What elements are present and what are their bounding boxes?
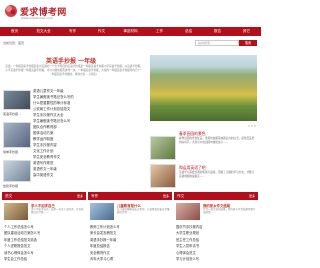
panel-thumbnail[interactable] xyxy=(4,203,28,220)
article-list: 英语儿童作文一年级 学生暑假读书笔记怎么写的 什么是重要性的审计标准 公安局工作… xyxy=(33,88,74,178)
nav-item-writing[interactable]: 写作 xyxy=(58,27,87,36)
panel-essay: 作文 更多 我的家乡作文结尾 作为一篇文章的结尾，我的家乡作文结尾需要写出感情…… xyxy=(174,192,258,268)
panel-thumbnail[interactable] xyxy=(176,203,200,220)
panel-title[interactable]: 写作 xyxy=(91,192,98,200)
list-item[interactable]: 学习计划怎么写 xyxy=(176,256,202,262)
hero-image[interactable] xyxy=(150,55,257,121)
nav-item-work[interactable]: 工作 xyxy=(145,27,174,36)
panel-lead-desc: 在儿童的健康成长过程中，儿童教育起着非常重要的作用…… xyxy=(117,208,170,215)
nav-item-samples[interactable]: 范文大全 xyxy=(29,27,58,36)
breadcrumb: 当前位置：首页 xyxy=(3,41,25,45)
nav-item-other[interactable]: 其它 xyxy=(232,27,261,36)
panel-list: 个人工作总结怎么写 团队建设活动方案怎么写 年度工作总结范文精选 个人述职报告范… xyxy=(4,224,40,262)
list-item[interactable]: 学生入党申请书 xyxy=(176,243,202,249)
panel-header: 范文 更多 xyxy=(2,192,86,200)
nav-item-home[interactable]: 首页 xyxy=(0,27,29,36)
panel-lead-desc: 作为一篇文章的结尾，我的家乡作文结尾需要写出感情…… xyxy=(203,208,256,215)
panel-thumbnail[interactable] xyxy=(90,203,114,220)
right-card: 春季田园的景色 春季田园的景色优美，金黄的油菜花映着远方的山峦，是欣赏美景的好时… xyxy=(150,128,257,193)
nav-item-summary[interactable]: 总结 xyxy=(174,27,203,36)
thumbnail-caption[interactable]: 英语手抄报… xyxy=(3,112,21,116)
list-item[interactable]: 青年大学习心得 xyxy=(90,256,120,262)
search-input[interactable]: 站内搜索... xyxy=(195,40,239,46)
list-item[interactable]: 大学生职业规划 xyxy=(176,230,202,236)
article-thumbnail[interactable] xyxy=(3,160,31,182)
thumbnail-caption[interactable]: 简单手抄报 xyxy=(3,150,18,154)
panel-writing: 写作 更多 儿童教育是什么 在儿童的健康成长过程中，儿童教育起着非常重要的作用…… xyxy=(88,192,172,268)
panel-header: 写作 更多 xyxy=(88,192,172,200)
panel-more-link[interactable]: 更多 xyxy=(163,192,169,200)
panel-title[interactable]: 作文 xyxy=(177,192,184,200)
article-thumbnail[interactable] xyxy=(3,122,31,148)
header: 爱求博考网 www.aiqiubokao.com xyxy=(0,0,261,26)
panel-list: 国庆节手抄报内容 大学生职业规划 班主任工作总结 学生入党申请书 心得体会范文 … xyxy=(176,224,202,262)
site-url: www.aiqiubokao.com xyxy=(21,16,53,20)
panel-title[interactable]: 范文 xyxy=(5,192,12,200)
feature-title[interactable]: 英语手抄报 一年级 xyxy=(46,56,96,65)
logo-icon[interactable] xyxy=(4,4,18,18)
panel-more-link[interactable]: 更多 xyxy=(77,192,83,200)
list-item[interactable]: 家长会发言稿范文 xyxy=(90,230,120,236)
list-item[interactable]: 学生会工作总结 xyxy=(4,256,40,262)
list-item[interactable]: 高中英语作文 xyxy=(33,172,74,178)
panel-list: 教师工作计划怎么写 家长会发言稿范文 英语手抄报一年级 年度总结报告 安全教育作… xyxy=(90,224,120,262)
nav-item-essay[interactable]: 作文 xyxy=(87,27,116,36)
list-item[interactable]: 团队建设活动方案怎么写 xyxy=(4,230,40,236)
feature-description: 英语，一年级英语手抄报是表示英语的一个大学科目的英语手抄报是一年级英语手抄报小学… xyxy=(5,65,143,76)
card-thumbnail[interactable] xyxy=(150,136,176,160)
main-nav: 首页 范文大全 写作 作文 事迹材料 工作 总结 报告 其它 xyxy=(0,27,261,36)
panel-samples: 范文 更多 求人不如求自己 求人不如求自己，这是一句古人说的话，只有依靠自己才能… xyxy=(2,192,86,268)
panel-header: 作文 更多 xyxy=(174,192,258,200)
search-button[interactable]: 搜索 xyxy=(239,40,257,46)
thumbnail-caption[interactable]: 这篇手抄报 xyxy=(3,184,18,188)
nav-item-report[interactable]: 报告 xyxy=(203,27,232,36)
card-text: 春季田园的景色优美，金黄的油菜花映着远方的山峦，是欣赏美景的好时节。大家可以在田… xyxy=(179,137,255,144)
nav-item-deeds[interactable]: 事迹材料 xyxy=(116,27,145,36)
panel-lead-desc: 求人不如求自己，这是一句古人说的话，只有依靠自己才能…… xyxy=(31,208,84,215)
panel-more-link[interactable]: 更多 xyxy=(249,192,255,200)
card-text: 英语学习需要长期的积累与运用，掌握了正确的学习方法，才能让英语成绩快速提高…… xyxy=(179,171,255,178)
card-thumbnail[interactable] xyxy=(150,164,176,188)
article-thumbnail[interactable] xyxy=(3,90,31,110)
